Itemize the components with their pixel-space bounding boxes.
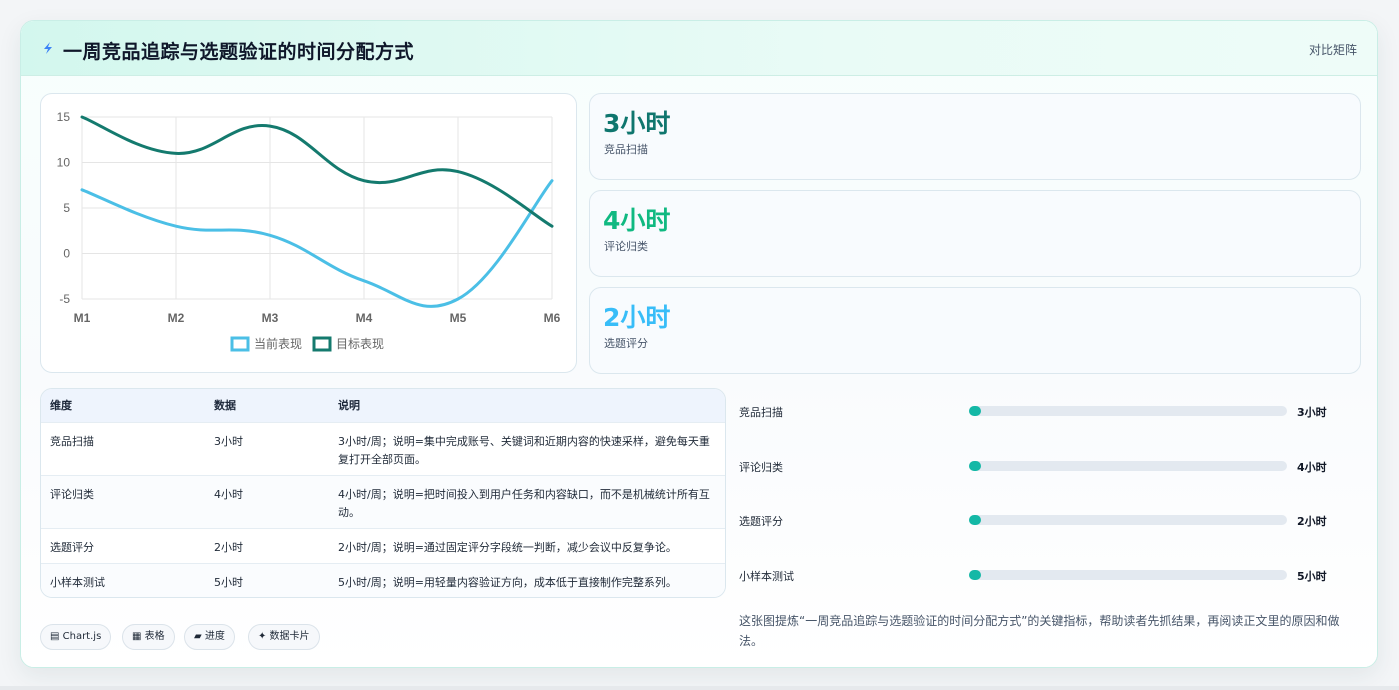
progress-track — [969, 570, 1287, 580]
column-header: 说明 — [338, 399, 360, 413]
progress-track — [969, 406, 1287, 416]
progress-value: 5小时 — [1297, 570, 1327, 583]
progress-label: 评论归类 — [739, 461, 783, 474]
x-tick-label: M2 — [168, 311, 185, 325]
y-tick-label: -5 — [59, 292, 70, 306]
cell-dimension: 小样本测试 — [50, 575, 105, 589]
x-tick-label: M3 — [262, 311, 279, 325]
x-tick-label: M4 — [356, 311, 373, 325]
progress-fill — [969, 570, 981, 580]
table-row: 竞品扫描 3小时 3小时/周；说明=集中完成账号、关键词和近期内容的快速采样，避… — [41, 422, 725, 475]
progress-fill — [969, 461, 981, 471]
stat-label: 选题评分 — [604, 337, 648, 350]
stat-card-scoring: 2小时 选题评分 — [589, 287, 1361, 374]
progress-row: 竞品扫描 3小时 — [739, 401, 1339, 421]
tag-progress[interactable]: ▰ 进度 — [184, 624, 235, 650]
stat-value: 3小时 — [603, 109, 671, 138]
x-tick-label: M5 — [450, 311, 467, 325]
cell-dimension: 竞品扫描 — [50, 434, 94, 448]
stat-value: 2小时 — [603, 303, 671, 332]
compare-matrix-link[interactable]: 对比矩阵 — [1309, 41, 1357, 58]
summary-text: 这张图提炼“一周竞品追踪与选题验证的时间分配方式”的关键指标，帮助读者先抓结果，… — [739, 614, 1340, 648]
cell-data: 2小时 — [214, 540, 243, 554]
page-title: 一周竞品追踪与选题验证的时间分配方式 — [63, 41, 415, 63]
data-table-panel: 维度 数据 说明 竞品扫描 3小时 3小时/周；说明=集中完成账号、关键词和近期… — [40, 388, 726, 598]
y-tick-label: 10 — [57, 156, 71, 170]
column-header: 维度 — [50, 399, 72, 413]
legend-swatch — [312, 336, 332, 352]
progress-label: 选题评分 — [739, 515, 783, 528]
progress-value: 3小时 — [1297, 406, 1327, 419]
stat-label: 竞品扫描 — [604, 143, 648, 156]
progress-fill — [969, 406, 981, 416]
progress-fill — [969, 515, 981, 525]
cell-dimension: 选题评分 — [50, 540, 94, 554]
x-tick-label: M6 — [544, 311, 561, 325]
x-tick-label: M1 — [74, 311, 91, 325]
y-tick-label: 15 — [57, 110, 71, 124]
series-line-1 — [80, 179, 554, 308]
data-table: 维度 数据 说明 竞品扫描 3小时 3小时/周；说明=集中完成账号、关键词和近期… — [41, 389, 725, 597]
lightning-icon — [44, 42, 52, 54]
progress-row: 评论归类 4小时 — [739, 456, 1339, 476]
progress-track — [969, 461, 1287, 471]
series-line-2 — [80, 115, 554, 228]
tag-data-card[interactable]: ✦ 数据卡片 — [248, 624, 320, 650]
line-chart: 15 10 5 0 -5 M1 M2 M3 M4 M5 M6 当前表现 目标表现 — [57, 110, 561, 352]
cell-data: 3小时 — [214, 434, 243, 448]
cell-dimension: 评论归类 — [50, 487, 94, 501]
table-row: 选题评分 2小时 2小时/周；说明=通过固定评分字段统一判断，减少会议中反复争论… — [41, 528, 725, 563]
legend-label: 目标表现 — [336, 337, 384, 351]
cell-note: 3小时/周；说明=集中完成账号、关键词和近期内容的快速采样，避免每天重复打开全部… — [338, 434, 710, 466]
cell-note: 5小时/周；说明=用轻量内容验证方向，成本低于直接制作完整系列。 — [338, 575, 677, 589]
main-card: 一周竞品追踪与选题验证的时间分配方式 对比矩阵 15 10 5 0 -5 M1 M2 M3 M4… — [20, 20, 1378, 668]
legend-swatch — [230, 336, 250, 352]
progress-label: 小样本测试 — [739, 570, 794, 583]
line-chart-panel: 15 10 5 0 -5 M1 M2 M3 M4 M5 M6 当前表现 目标表现 — [40, 93, 577, 373]
tag-table[interactable]: ▦ 表格 — [122, 624, 175, 650]
stat-card-scan: 3小时 竞品扫描 — [589, 93, 1361, 180]
table-header-row: 维度 数据 说明 — [41, 389, 725, 422]
legend-label: 当前表现 — [254, 336, 302, 351]
progress-label: 竞品扫描 — [739, 406, 783, 419]
table-row: 小样本测试 5小时 5小时/周；说明=用轻量内容验证方向，成本低于直接制作完整系… — [41, 563, 725, 597]
progress-row: 选题评分 2小时 — [739, 510, 1339, 530]
stat-card-comments: 4小时 评论归类 — [589, 190, 1361, 277]
cell-note: 2小时/周；说明=通过固定评分字段统一判断，减少会议中反复争论。 — [338, 540, 677, 554]
bottom-strip — [0, 686, 1399, 690]
card-header: 一周竞品追踪与选题验证的时间分配方式 对比矩阵 — [21, 21, 1377, 76]
progress-value: 4小时 — [1297, 461, 1327, 474]
progress-row: 小样本测试 5小时 — [739, 565, 1339, 585]
progress-value: 2小时 — [1297, 515, 1327, 528]
cell-data: 4小时 — [214, 487, 243, 501]
tag-chartjs[interactable]: ▤ Chart.js — [40, 624, 112, 650]
cell-data: 5小时 — [214, 575, 243, 589]
stat-value: 4小时 — [603, 206, 671, 235]
cell-note: 4小时/周；说明=把时间投入到用户任务和内容缺口，而不是机械统计所有互动。 — [338, 487, 710, 519]
table-row: 评论归类 4小时 4小时/周；说明=把时间投入到用户任务和内容缺口，而不是机械统… — [41, 475, 725, 528]
column-header: 数据 — [214, 399, 236, 413]
stat-label: 评论归类 — [604, 240, 648, 253]
progress-track — [969, 515, 1287, 525]
y-tick-label: 5 — [63, 201, 70, 215]
y-tick-label: 0 — [63, 247, 70, 261]
